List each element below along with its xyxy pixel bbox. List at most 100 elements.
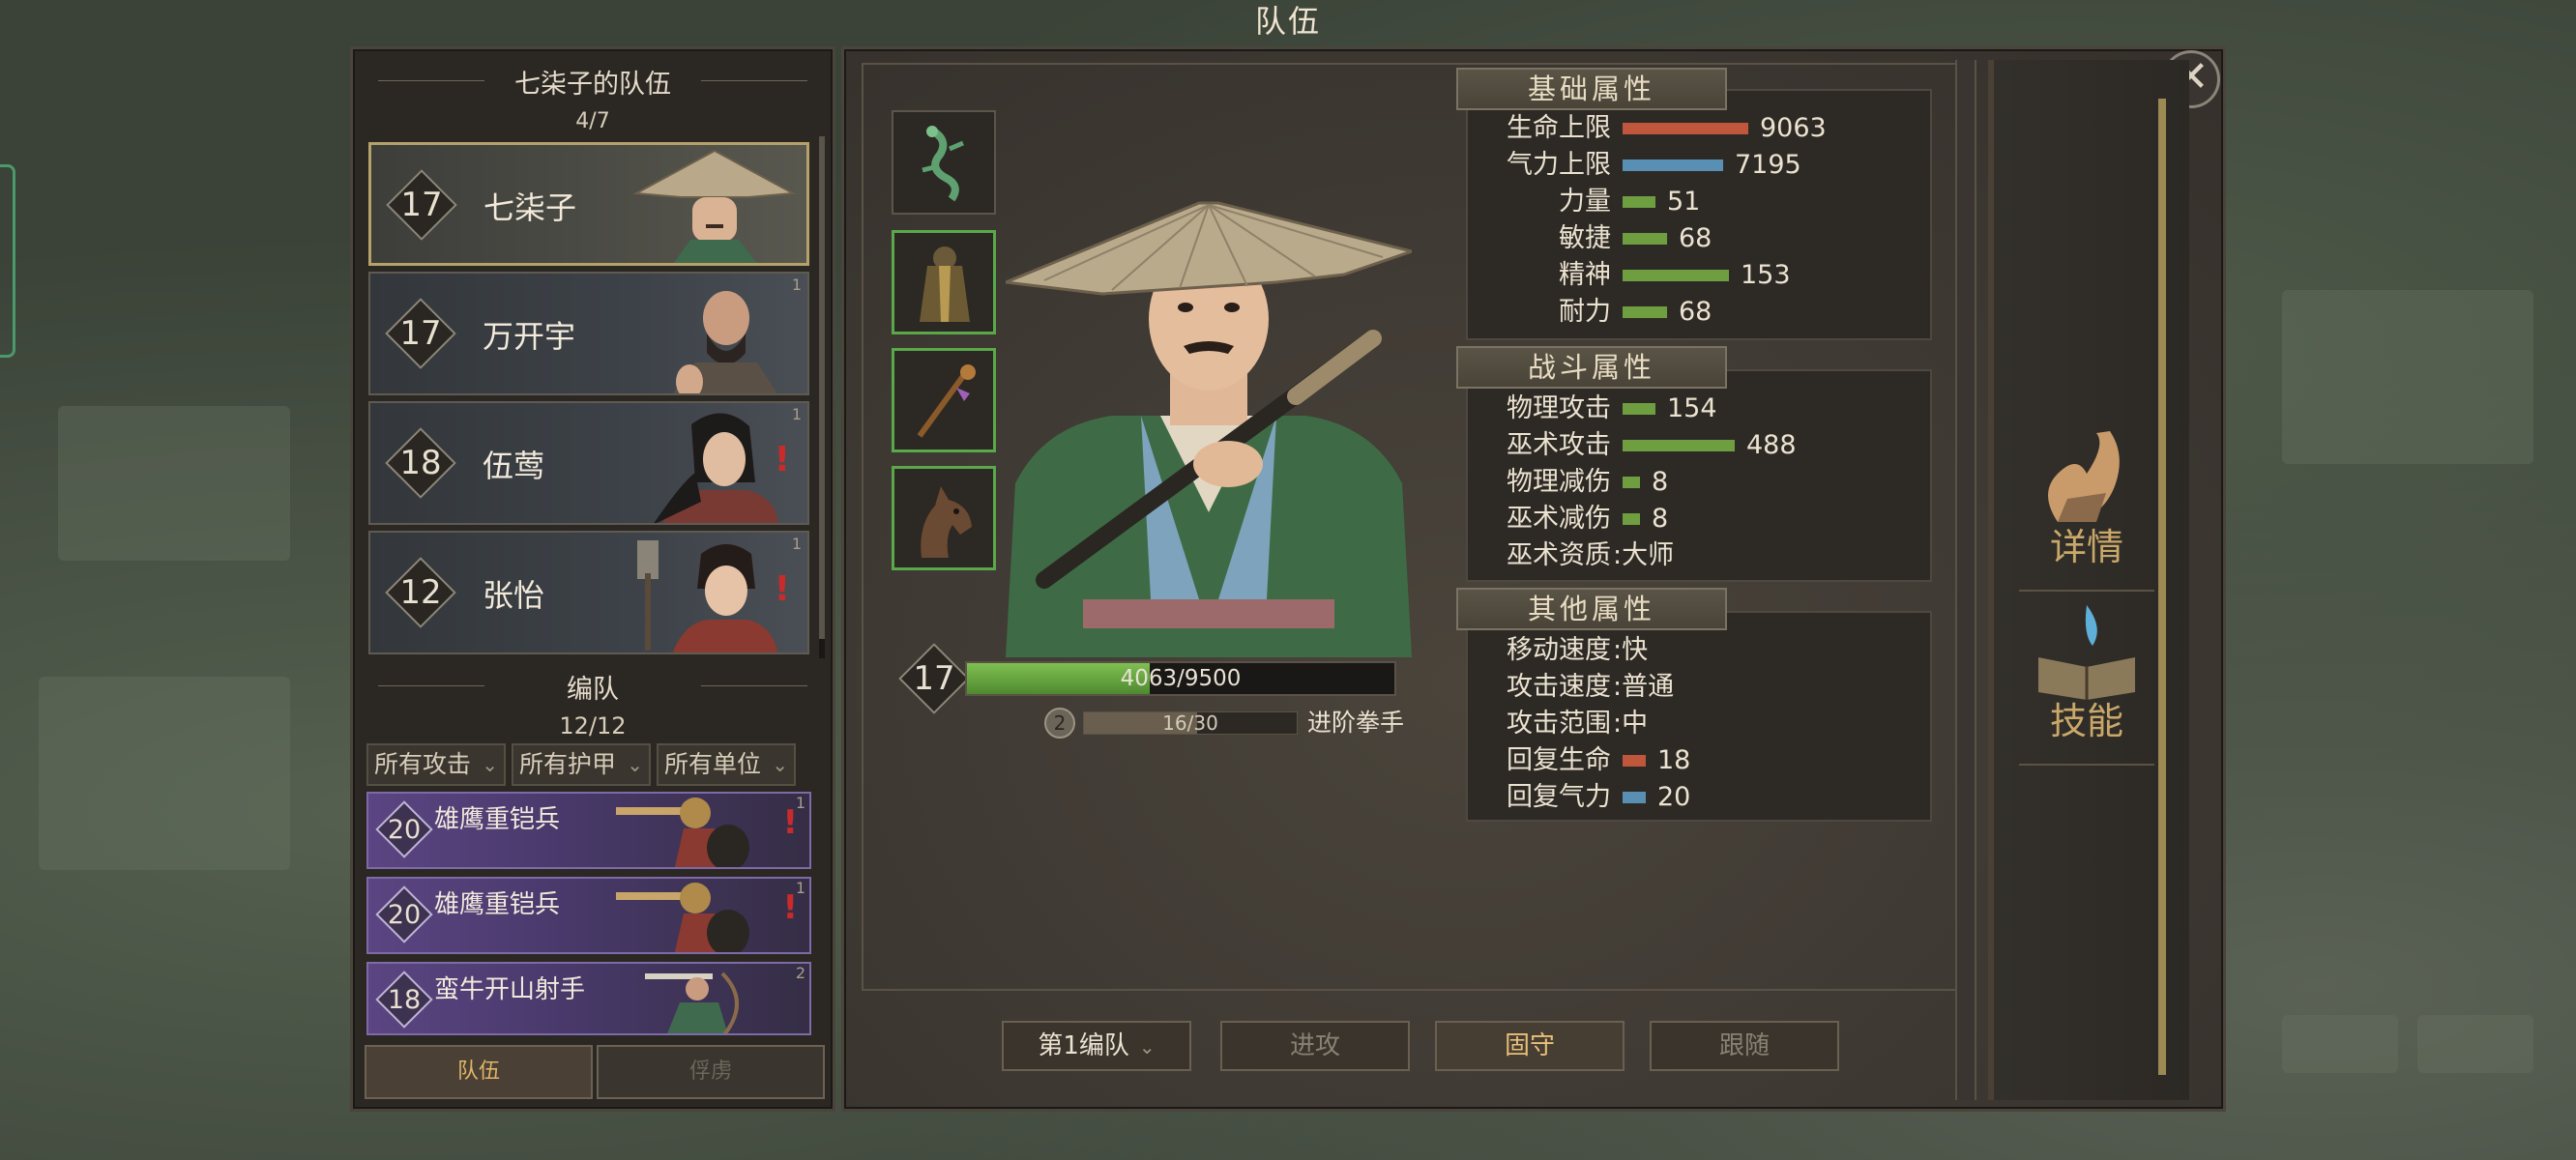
attr-value: 51	[1667, 187, 1701, 217]
dragon-charm-icon	[922, 126, 964, 202]
skills-label: 技能	[2049, 700, 2123, 742]
attr-row: 力量 51	[1468, 184, 1930, 220]
tab-prisoners[interactable]: 俘虏	[597, 1045, 825, 1099]
attr-label: 巫术攻击	[1507, 430, 1611, 460]
attr-bar	[1623, 755, 1646, 767]
attr-value: :普通	[1613, 672, 1675, 702]
team-panel: 七柒子的队伍 4/7 17 七柒子 17 万开宇 1 18 伍莺 1 ! 12 …	[350, 46, 835, 1112]
level-badge: 18	[374, 970, 433, 1029]
tab-team[interactable]: 队伍	[365, 1045, 593, 1099]
equip-slot-armor[interactable]	[892, 230, 996, 334]
attr-row: 巫术资质:大师	[1468, 537, 1930, 574]
attr-label: 攻击范围	[1507, 709, 1611, 739]
attr-label: 物理减伤	[1507, 467, 1611, 497]
equip-slot-weapon[interactable]	[892, 348, 996, 452]
attr-label: 巫术减伤	[1507, 504, 1611, 534]
team-scrollbar[interactable]	[819, 136, 825, 658]
attr-row: 回复气力 20	[1468, 779, 1930, 816]
formation-select[interactable]: 第1编队 ⌄	[1002, 1021, 1191, 1071]
details-button[interactable]: 详情	[2019, 425, 2154, 592]
rank-badge: 2	[1044, 708, 1075, 739]
attr-value: 488	[1746, 430, 1797, 460]
hp-text: 4063/9500	[1120, 666, 1242, 691]
attr-value: :中	[1613, 709, 1649, 739]
alert-icon: !	[782, 888, 798, 927]
team-tabs: 队伍 俘虏	[365, 1045, 825, 1099]
background-tile	[2282, 1015, 2398, 1073]
alert-icon: !	[774, 440, 790, 479]
filter-unit[interactable]: 所有单位 ⌄	[657, 743, 796, 786]
hero-card[interactable]: 17 万开宇 1	[368, 272, 809, 395]
attack-button[interactable]: 进攻	[1220, 1021, 1410, 1071]
filter-armor[interactable]: 所有护甲 ⌄	[512, 743, 651, 786]
follow-button[interactable]: 跟随	[1650, 1021, 1839, 1071]
formation-header: 编队	[353, 668, 833, 706]
filter-attack[interactable]: 所有攻击 ⌄	[366, 743, 506, 786]
chevron-down-icon: ⌄	[1138, 1035, 1156, 1058]
attr-row: 生命上限 9063	[1468, 110, 1930, 147]
divider	[2019, 764, 2154, 766]
attr-value: 68	[1679, 223, 1712, 253]
attr-value: 8	[1652, 504, 1669, 534]
combat-attrs-box: 物理攻击 154 巫术攻击 488 物理减伤 8 巫术减伤 8 巫术资质:大师	[1466, 369, 1932, 582]
rank-name: 进阶拳手	[1307, 709, 1405, 737]
skills-button[interactable]: 技能	[2019, 599, 2154, 766]
attr-bar	[1623, 270, 1729, 281]
team-header: 七柒子的队伍	[353, 63, 833, 101]
attr-row: 攻击速度:普通	[1468, 669, 1930, 706]
attr-label: 物理攻击	[1507, 393, 1611, 423]
attr-label: 精神	[1559, 260, 1611, 290]
attr-row: 巫术减伤 8	[1468, 501, 1930, 537]
basic-attrs-box: 生命上限 9063 气力上限 7195 力量 51 敏捷 68 精神 153 耐力 68	[1466, 89, 1932, 340]
unit-portrait	[616, 798, 749, 867]
attr-value: 7195	[1735, 150, 1801, 180]
unit-name: 蛮牛开山射手	[434, 975, 586, 1004]
xp-bar: 16/30	[1083, 711, 1298, 735]
attr-row: 精神 153	[1468, 257, 1930, 294]
unit-card[interactable]: 18 蛮牛开山射手 2	[366, 962, 811, 1035]
hero-name: 七柒子	[483, 189, 577, 226]
background-tile	[58, 406, 290, 561]
attr-bar	[1623, 792, 1646, 803]
formation-count: 12/12	[559, 712, 627, 740]
attr-row: 气力上限 7195	[1468, 147, 1930, 184]
equip-slot-mount[interactable]	[892, 466, 996, 570]
hero-name: 伍莺	[483, 448, 545, 484]
attr-label: 攻击速度	[1507, 672, 1611, 702]
attr-row: 物理攻击 154	[1468, 391, 1930, 427]
defend-button[interactable]: 固守	[1435, 1021, 1625, 1071]
attr-bar	[1623, 160, 1723, 171]
hero-name: 张怡	[483, 577, 545, 614]
staff-weapon-icon	[917, 364, 976, 438]
alert-icon: !	[774, 569, 790, 609]
unit-card[interactable]: 20 雄鹰重铠兵 1 !	[366, 792, 811, 869]
attr-value: 18	[1657, 745, 1691, 775]
attr-row: 耐力 68	[1468, 294, 1930, 331]
equip-slot-accessory[interactable]	[892, 110, 996, 215]
attr-bar	[1623, 477, 1640, 488]
team-count: 4/7	[575, 109, 610, 133]
attr-value: 153	[1741, 260, 1791, 290]
alert-icon: !	[782, 803, 798, 842]
background-tile	[39, 677, 290, 870]
character-level: 17	[913, 659, 955, 698]
attr-value: 68	[1679, 297, 1712, 327]
chevron-down-icon: ⌄	[627, 753, 643, 776]
level-badge: 17	[385, 168, 457, 241]
character-level-badge: 17	[897, 642, 970, 714]
attr-label: 力量	[1559, 187, 1611, 217]
attr-label: 移动速度	[1507, 635, 1611, 665]
attr-row: 敏捷 68	[1468, 220, 1930, 257]
attr-label: 耐力	[1559, 297, 1611, 327]
filter-unit-label: 所有单位	[664, 750, 762, 778]
chevron-down-icon: ⌄	[772, 753, 788, 776]
background-tile	[2282, 290, 2533, 464]
hero-card[interactable]: 17 七柒子	[368, 142, 809, 266]
unit-card[interactable]: 20 雄鹰重铠兵 1 !	[366, 877, 811, 954]
attr-bar	[1623, 403, 1655, 415]
hero-card[interactable]: 12 张怡 1 !	[368, 531, 809, 654]
attr-label: 回复气力	[1507, 782, 1611, 812]
team-title: 七柒子的队伍	[514, 70, 671, 100]
hero-card[interactable]: 18 伍莺 1 !	[368, 401, 809, 525]
character-portrait	[1006, 201, 1412, 657]
